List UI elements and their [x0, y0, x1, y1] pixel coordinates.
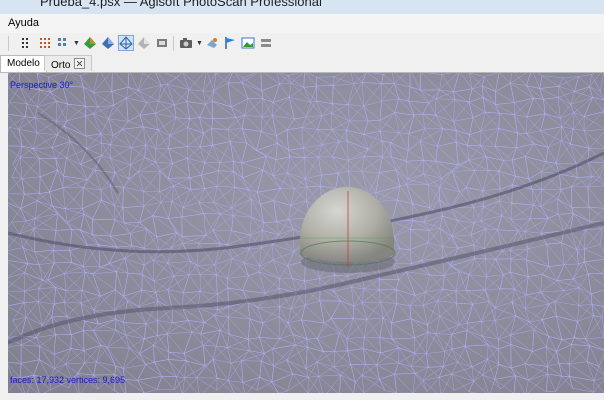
dropdown-arrow-icon[interactable]: ▼ — [73, 40, 80, 47]
tab-orto[interactable]: Orto — [44, 55, 93, 71]
markers-icon[interactable] — [222, 35, 238, 51]
window-title: Prueba_4.psx — Agisoft PhotoScan Profess… — [40, 0, 322, 9]
tab-label: Modelo — [7, 58, 40, 69]
tiled-points-icon[interactable] — [55, 35, 71, 51]
dropdown-arrow-icon[interactable]: ▼ — [196, 40, 203, 47]
model-viewport[interactable]: Perspective 30° faces: 17,932 vertices: … — [8, 73, 604, 393]
wireframe-mesh-render — [8, 73, 604, 393]
toolbar-separator — [173, 36, 174, 51]
tab-label: Orto — [51, 60, 71, 71]
dense-points-icon[interactable] — [37, 35, 53, 51]
shaded-model-icon[interactable] — [100, 35, 116, 51]
view-tabs: Modelo Orto — [0, 55, 604, 73]
toolbar: ▼ ▼ — [0, 33, 604, 55]
mesh-stats-label: faces: 17,932 vertices: 9,695 — [10, 375, 126, 385]
reset-view-icon[interactable] — [204, 35, 220, 51]
menu-ayuda[interactable]: Ayuda — [8, 17, 39, 29]
title-bar: Prueba_4.psx — Agisoft PhotoScan Profess… — [0, 0, 604, 14]
status-bar — [0, 393, 604, 400]
tab-modelo[interactable]: Modelo — [0, 55, 47, 72]
wireframe-model-icon[interactable] — [118, 35, 134, 51]
image-icon[interactable] — [240, 35, 256, 51]
camera-tool-icon[interactable] — [178, 35, 194, 51]
shapes-icon[interactable] — [258, 35, 274, 51]
projection-label: Perspective 30° — [10, 80, 74, 90]
toolbar-grip-icon — [8, 36, 9, 51]
solid-model-icon[interactable] — [82, 35, 98, 51]
close-icon[interactable] — [74, 58, 86, 69]
menu-bar: Ayuda — [0, 14, 604, 34]
points-icon[interactable] — [19, 35, 35, 51]
cameras-icon[interactable] — [154, 35, 170, 51]
textured-model-icon[interactable] — [136, 35, 152, 51]
